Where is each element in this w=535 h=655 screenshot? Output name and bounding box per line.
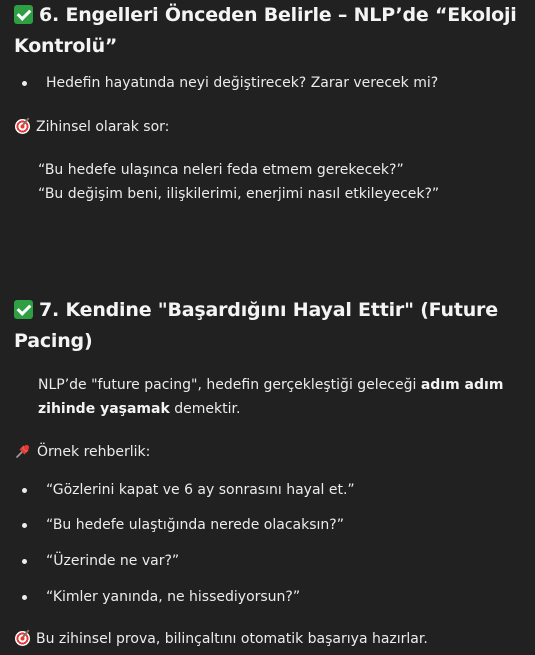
bullet-dot: [22, 81, 27, 86]
section-7-intro-end: demektir.: [169, 401, 241, 417]
section-7-title: 7. Kendine "Başardığını Hayal Ettir" (Fu…: [14, 299, 498, 352]
section-6-bullet: Hedefin hayatında neyi değiştirecek? Zar…: [46, 75, 439, 91]
section-7-closing: Bu zihinsel prova, bilinçaltını otomatik…: [15, 627, 428, 651]
section-6-title: 6. Engelleri Önceden Belirle – NLP’de “E…: [14, 4, 517, 57]
section-7-bullet-2: “Bu hedefe ulaştığında nerede olacaksın?…: [46, 517, 344, 533]
section-6-quote-1: “Bu hedefe ulaşınca neleri feda etmem ge…: [38, 162, 404, 178]
section-7-guide-label: Örnek rehberlik:: [37, 444, 151, 460]
direct-hit-icon: [15, 119, 30, 134]
section-7-closing-text: Bu zihinsel prova, bilinçaltını otomatik…: [36, 631, 428, 647]
section-6-prompt: Zihinsel olarak sor:: [15, 115, 169, 139]
section-7-bullet-1: “Gözlerini kapat ve 6 ay sonrasını hayal…: [46, 482, 355, 498]
check-mark-icon: [14, 300, 33, 319]
section-7-bullet-4: “Kimler yanında, ne hissediyorsun?”: [46, 589, 301, 605]
section-6-prompt-label: Zihinsel olarak sor:: [36, 119, 170, 135]
section-7-guide: Örnek rehberlik:: [15, 440, 150, 464]
section-7-heading: 7. Kendine "Başardığını Hayal Ettir" (Fu…: [14, 295, 524, 357]
section-6-quote-2: “Bu değişim beni, ilişkilerimi, enerjimi…: [38, 186, 440, 202]
section-7-intro-text: NLP’de "future pacing", hedefin gerçekle…: [38, 377, 421, 393]
bullet-dot: [22, 523, 27, 528]
section-7-intro: NLP’de "future pacing", hedefin gerçekle…: [38, 373, 508, 421]
bullet-dot: [22, 559, 27, 564]
bullet-dot: [22, 595, 27, 600]
section-7-bullet-3: “Üzerinde ne var?”: [46, 553, 180, 569]
chat-message-content: 6. Engelleri Önceden Belirle – NLP’de “E…: [0, 0, 535, 655]
check-mark-icon: [14, 5, 33, 24]
pushpin-icon: [16, 444, 30, 458]
bullet-dot: [22, 488, 27, 493]
direct-hit-icon: [15, 631, 30, 646]
section-6-heading: 6. Engelleri Önceden Belirle – NLP’de “E…: [14, 0, 524, 62]
